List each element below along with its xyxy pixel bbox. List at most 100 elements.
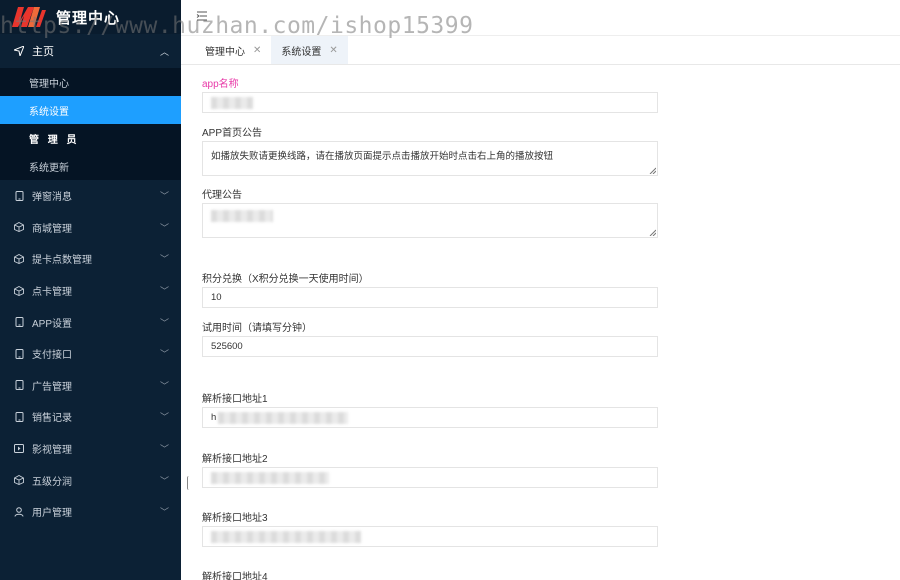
chevron-down-icon: ﹀ [159, 475, 169, 486]
cube-icon [12, 222, 26, 233]
sidebar-item-video[interactable]: 影视管理 ﹀ [0, 433, 181, 465]
field-parse-api-3: 解析接口地址3 [202, 512, 658, 547]
sidebar-item-label: 支付接口 [32, 350, 72, 362]
home-submenu: 管理中心 系统设置 管 理 员 系统更新 [0, 68, 181, 180]
sidebar: 管理中心 主页 ︿ 管理中心 系统设置 管 理 员 系统更新 弹窗消息 ﹀ 商城… [0, 0, 181, 580]
sidebar-item-home[interactable]: 主页 ︿ [0, 34, 181, 68]
chevron-down-icon: ﹀ [159, 317, 169, 328]
sidebar-item-card-points[interactable]: 提卡点数管理 ﹀ [0, 243, 181, 275]
sidebar-item-label: 销售记录 [32, 413, 72, 425]
points-exchange-input[interactable]: 10 [202, 287, 658, 308]
close-icon[interactable]: ✕ [253, 45, 261, 56]
tablet-icon [12, 348, 26, 359]
field-label: APP首页公告 [202, 128, 263, 139]
sidebar-item-admins[interactable]: 管 理 员 [0, 124, 181, 152]
app-title: 管理中心 [56, 9, 121, 27]
sidebar-item-label: 广告管理 [32, 381, 72, 393]
sidebar-item-label: 用户管理 [32, 508, 72, 520]
sidebar-scroll-handle[interactable] [187, 476, 191, 490]
field-parse-api-4: 解析接口地址4 [202, 571, 658, 580]
resize-grip-icon[interactable] [649, 167, 656, 174]
field-label: 解析接口地址1 [202, 394, 268, 405]
sidebar-item-sales[interactable]: 销售记录 ﹀ [0, 401, 181, 433]
resize-grip-icon[interactable] [649, 229, 656, 236]
cube-icon [12, 475, 26, 486]
field-parse-api-2: 解析接口地址2 [202, 453, 658, 488]
agent-notice-textarea[interactable] [202, 203, 658, 238]
tab-system-settings[interactable]: 系统设置 ✕ [271, 36, 348, 64]
sidebar-item-label: 影视管理 [32, 445, 72, 457]
sidebar-item-mall[interactable]: 商城管理 ﹀ [0, 212, 181, 244]
logo-icon [12, 7, 46, 27]
chevron-down-icon: ﹀ [159, 380, 169, 391]
topbar [181, 0, 900, 36]
sidebar-item-label: 主页 [32, 46, 54, 58]
field-trial-time: 试用时间（请填写分钟） 525600 [202, 322, 658, 357]
menu-toggle-icon[interactable] [196, 10, 208, 22]
sidebar-item-payment[interactable]: 支付接口 ﹀ [0, 338, 181, 370]
tab-admin-center[interactable]: 管理中心 ✕ [195, 36, 271, 64]
parse-api-1-input[interactable]: h [202, 407, 658, 428]
sidebar-item-popup-messages[interactable]: 弹窗消息 ﹀ [0, 180, 181, 212]
sidebar-item-label: 点卡管理 [32, 287, 72, 299]
chevron-down-icon: ﹀ [159, 507, 169, 518]
parse-api-3-input[interactable] [202, 526, 658, 547]
tab-label: 管理中心 [205, 46, 245, 58]
input-value: h [211, 412, 217, 423]
parse-api-2-input[interactable] [202, 467, 658, 488]
field-parse-api-1: 解析接口地址1 h [202, 393, 658, 428]
sidebar-item-users[interactable]: 用户管理 ﹀ [0, 496, 181, 528]
sidebar-item-label: 商城管理 [32, 223, 72, 235]
sidebar-item-app-settings[interactable]: APP设置 ﹀ [0, 306, 181, 338]
sidebar-item-admin-center[interactable]: 管理中心 [0, 68, 181, 96]
field-label: 解析接口地址3 [202, 513, 268, 524]
chevron-down-icon: ﹀ [159, 222, 169, 233]
field-points-exchange: 积分兑换（X积分兑换一天使用时间） 10 [202, 273, 658, 308]
chevron-down-icon: ﹀ [159, 191, 169, 202]
cube-icon [12, 253, 26, 264]
sidebar-item-system-settings[interactable]: 系统设置 [0, 96, 181, 124]
field-home-notice: APP首页公告 如播放失败请更换线路，请在播放页面提示点击播放开始时点击右上角的… [202, 127, 658, 176]
tablet-icon [12, 411, 26, 422]
chevron-down-icon: ﹀ [159, 349, 169, 360]
textarea-value: 如播放失败请更换线路，请在播放页面提示点击播放开始时点击右上角的播放按钮 [211, 151, 554, 162]
sidebar-item-profit-share[interactable]: 五级分润 ﹀ [0, 464, 181, 496]
field-app-name: app名称 [202, 78, 658, 113]
settings-form: app名称 APP首页公告 如播放失败请更换线路，请在播放页面提示点击播放开始时… [181, 65, 900, 580]
tab-label: 系统设置 [281, 46, 322, 58]
home-notice-textarea[interactable]: 如播放失败请更换线路，请在播放页面提示点击播放开始时点击右上角的播放按钮 [202, 141, 658, 176]
field-label: app名称 [202, 79, 239, 90]
field-label: 试用时间（请填写分钟） [202, 323, 312, 334]
tab-bar: 管理中心 ✕ 系统设置 ✕ [181, 36, 900, 65]
tablet-icon [12, 317, 26, 328]
sidebar-item-label: 五级分润 [32, 476, 72, 488]
chevron-down-icon: ﹀ [159, 254, 169, 265]
field-label: 解析接口地址4 [202, 572, 268, 580]
tablet-icon [12, 380, 26, 391]
logo[interactable]: 管理中心 [0, 0, 181, 34]
cube-icon [12, 285, 26, 296]
field-agent-notice: 代理公告 [202, 189, 658, 238]
redacted-value [211, 96, 253, 109]
sidebar-item-label: 弹窗消息 [32, 192, 72, 204]
field-label: 解析接口地址2 [202, 454, 268, 465]
redacted-value [211, 471, 329, 484]
chevron-down-icon: ﹀ [159, 412, 169, 423]
app-name-input[interactable] [202, 92, 658, 113]
sidebar-item-system-update[interactable]: 系统更新 [0, 152, 181, 180]
redacted-value [211, 530, 361, 543]
sidebar-item-ads[interactable]: 广告管理 ﹀ [0, 370, 181, 402]
sidebar-item-point-cards[interactable]: 点卡管理 ﹀ [0, 275, 181, 307]
sidebar-item-label: APP设置 [32, 318, 73, 330]
redacted-value [218, 411, 349, 424]
redacted-value [211, 210, 273, 222]
chevron-down-icon: ﹀ [159, 444, 169, 455]
field-label: 积分兑换（X积分兑换一天使用时间） [202, 274, 369, 285]
play-icon [12, 444, 26, 454]
close-icon[interactable]: ✕ [329, 45, 337, 56]
tablet-icon [12, 190, 26, 201]
field-label: 代理公告 [202, 190, 242, 201]
send-icon [12, 46, 26, 56]
chevron-up-icon: ︿ [159, 46, 169, 57]
trial-time-input[interactable]: 525600 [202, 336, 658, 357]
